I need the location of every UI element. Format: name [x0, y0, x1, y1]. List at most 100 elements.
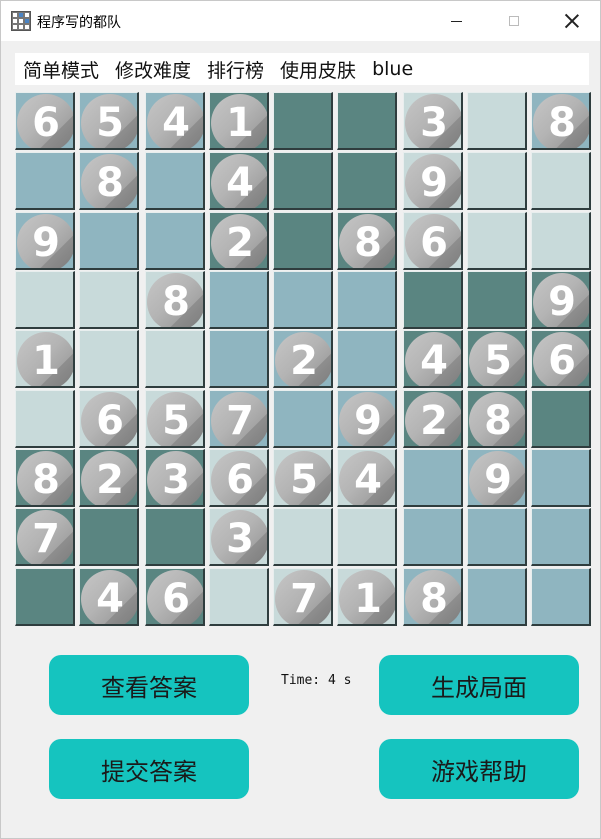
sudoku-cell[interactable]	[79, 330, 139, 388]
sudoku-cell[interactable]: 7	[209, 390, 269, 448]
sudoku-cell[interactable]	[209, 568, 269, 626]
menu-leaderboard[interactable]: 排行榜	[207, 56, 264, 83]
sudoku-cell[interactable]	[337, 271, 397, 329]
sudoku-cell[interactable]	[403, 271, 463, 329]
sudoku-cell[interactable]	[531, 390, 591, 448]
sudoku-cell[interactable]: 2	[79, 449, 139, 507]
sudoku-cell[interactable]	[467, 271, 527, 329]
sudoku-cell[interactable]: 3	[209, 508, 269, 566]
sudoku-cell[interactable]	[337, 152, 397, 210]
sudoku-cell[interactable]	[209, 330, 269, 388]
cell-number: 8	[354, 220, 382, 266]
sudoku-cell[interactable]: 2	[403, 390, 463, 448]
game-help-button[interactable]: 游戏帮助	[379, 739, 579, 799]
check-answer-button[interactable]: 查看答案	[49, 655, 249, 715]
sudoku-cell[interactable]	[467, 212, 527, 270]
sudoku-cell[interactable]: 2	[273, 330, 333, 388]
sudoku-cell[interactable]: 9	[467, 449, 527, 507]
sudoku-cell[interactable]	[79, 212, 139, 270]
minimize-button[interactable]	[427, 1, 485, 41]
sudoku-cell[interactable]: 6	[79, 390, 139, 448]
sudoku-cell[interactable]: 5	[273, 449, 333, 507]
sudoku-cell[interactable]	[15, 390, 75, 448]
sudoku-cell[interactable]	[531, 449, 591, 507]
sudoku-cell[interactable]	[209, 271, 269, 329]
sudoku-cell[interactable]	[337, 508, 397, 566]
sudoku-cell[interactable]	[467, 152, 527, 210]
sudoku-cell[interactable]	[15, 271, 75, 329]
sudoku-cell[interactable]: 9	[531, 271, 591, 329]
sudoku-cell[interactable]: 6	[403, 212, 463, 270]
sudoku-cell[interactable]: 8	[79, 152, 139, 210]
sudoku-cell[interactable]: 1	[209, 92, 269, 150]
sudoku-cell[interactable]: 8	[531, 92, 591, 150]
sudoku-cell[interactable]	[15, 152, 75, 210]
sudoku-cell[interactable]	[337, 330, 397, 388]
sudoku-cell[interactable]	[273, 152, 333, 210]
sudoku-cell[interactable]: 9	[337, 390, 397, 448]
sudoku-cell[interactable]: 4	[209, 152, 269, 210]
submit-answer-button[interactable]: 提交答案	[49, 739, 249, 799]
sudoku-cell[interactable]	[531, 568, 591, 626]
maximize-button[interactable]	[485, 1, 543, 41]
sudoku-cell[interactable]	[273, 271, 333, 329]
generate-board-button[interactable]: 生成局面	[379, 655, 579, 715]
sudoku-cell[interactable]: 4	[337, 449, 397, 507]
sudoku-cell[interactable]: 5	[467, 330, 527, 388]
sudoku-cell[interactable]: 5	[79, 92, 139, 150]
cell-number: 3	[162, 457, 190, 503]
sudoku-cell[interactable]: 1	[337, 568, 397, 626]
sudoku-cell[interactable]: 2	[209, 212, 269, 270]
sudoku-cell[interactable]	[145, 508, 205, 566]
close-button[interactable]	[543, 1, 601, 41]
sudoku-cell[interactable]	[273, 212, 333, 270]
sudoku-cell[interactable]	[467, 92, 527, 150]
sudoku-cell[interactable]	[145, 212, 205, 270]
sudoku-cell[interactable]: 6	[209, 449, 269, 507]
cell-number-ball: 4	[405, 332, 461, 386]
sudoku-cell[interactable]: 8	[15, 449, 75, 507]
sudoku-cell[interactable]	[403, 508, 463, 566]
sudoku-cell[interactable]: 8	[403, 568, 463, 626]
sudoku-cell[interactable]: 4	[79, 568, 139, 626]
cell-number: 5	[162, 398, 190, 444]
cell-number: 8	[96, 160, 124, 206]
menu-skin-blue[interactable]: blue	[372, 58, 413, 80]
sudoku-cell[interactable]: 4	[145, 92, 205, 150]
sudoku-cell[interactable]: 8	[145, 271, 205, 329]
sudoku-cell[interactable]: 7	[15, 508, 75, 566]
sudoku-cell[interactable]	[403, 449, 463, 507]
sudoku-cell[interactable]	[15, 568, 75, 626]
sudoku-cell[interactable]: 3	[145, 449, 205, 507]
sudoku-cell[interactable]: 7	[273, 568, 333, 626]
sudoku-cell[interactable]	[467, 508, 527, 566]
sudoku-cell[interactable]	[79, 508, 139, 566]
sudoku-cell[interactable]	[531, 152, 591, 210]
sudoku-cell[interactable]	[79, 271, 139, 329]
sudoku-cell[interactable]: 3	[403, 92, 463, 150]
sudoku-cell[interactable]: 6	[531, 330, 591, 388]
sudoku-cell[interactable]	[145, 330, 205, 388]
menu-use-skin[interactable]: 使用皮肤	[280, 56, 356, 83]
sudoku-cell[interactable]: 8	[337, 212, 397, 270]
sudoku-cell[interactable]	[273, 92, 333, 150]
sudoku-cell[interactable]: 1	[15, 330, 75, 388]
sudoku-cell[interactable]: 6	[15, 92, 75, 150]
cell-number: 9	[548, 279, 576, 325]
sudoku-cell[interactable]: 9	[403, 152, 463, 210]
sudoku-cell[interactable]	[273, 390, 333, 448]
sudoku-cell[interactable]: 8	[467, 390, 527, 448]
sudoku-cell[interactable]: 4	[403, 330, 463, 388]
sudoku-cell[interactable]: 6	[145, 568, 205, 626]
sudoku-cell[interactable]	[273, 508, 333, 566]
menu-simple-mode[interactable]: 简单模式	[23, 56, 99, 83]
sudoku-cell[interactable]	[337, 92, 397, 150]
sudoku-cell[interactable]: 9	[15, 212, 75, 270]
sudoku-cell[interactable]	[145, 152, 205, 210]
sudoku-cell[interactable]	[531, 212, 591, 270]
sudoku-cell[interactable]	[467, 568, 527, 626]
sudoku-cell[interactable]: 5	[145, 390, 205, 448]
sudoku-cell[interactable]	[531, 508, 591, 566]
cell-number: 9	[354, 398, 382, 444]
menu-change-difficulty[interactable]: 修改难度	[115, 56, 191, 83]
